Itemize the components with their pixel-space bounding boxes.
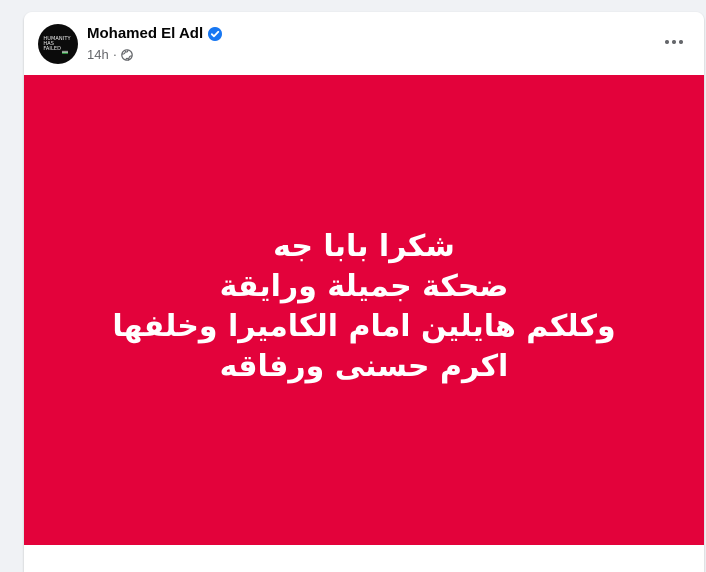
avatar[interactable]: HUMANITY HAS FAILED [38, 24, 78, 64]
post-text-line: ضحكة جميلة ورايقة [219, 269, 509, 304]
more-dot [672, 40, 676, 44]
more-options-icon[interactable] [658, 32, 690, 52]
author-name[interactable]: Mohamed El Adl [87, 25, 203, 42]
post-text-line: شكرا بابا جه [273, 229, 455, 264]
globe-icon[interactable] [121, 48, 133, 61]
more-dot [679, 40, 683, 44]
post-header: HUMANITY HAS FAILED Mohamed El Adl 14h · [24, 12, 704, 74]
post-card: HUMANITY HAS FAILED Mohamed El Adl 14h · [24, 12, 704, 572]
verified-badge-icon [208, 26, 223, 41]
post-meta: 14h · [87, 47, 133, 62]
post-timestamp[interactable]: 14h [87, 47, 109, 62]
meta-separator: · [112, 47, 118, 62]
flag-icon [62, 50, 68, 54]
author-row: Mohamed El Adl [87, 25, 223, 42]
post-text: شكرا بابا جه ضحكة جميلة ورايقة وكلكم هاي… [112, 227, 615, 387]
post-text-line: وكلكم هايلين امام الكاميرا وخلفها [112, 309, 616, 344]
post-text-line: اكرم حسنى ورفاقه [219, 349, 509, 384]
more-dot [665, 40, 669, 44]
post-background[interactable]: شكرا بابا جه ضحكة جميلة ورايقة وكلكم هاي… [24, 75, 704, 545]
